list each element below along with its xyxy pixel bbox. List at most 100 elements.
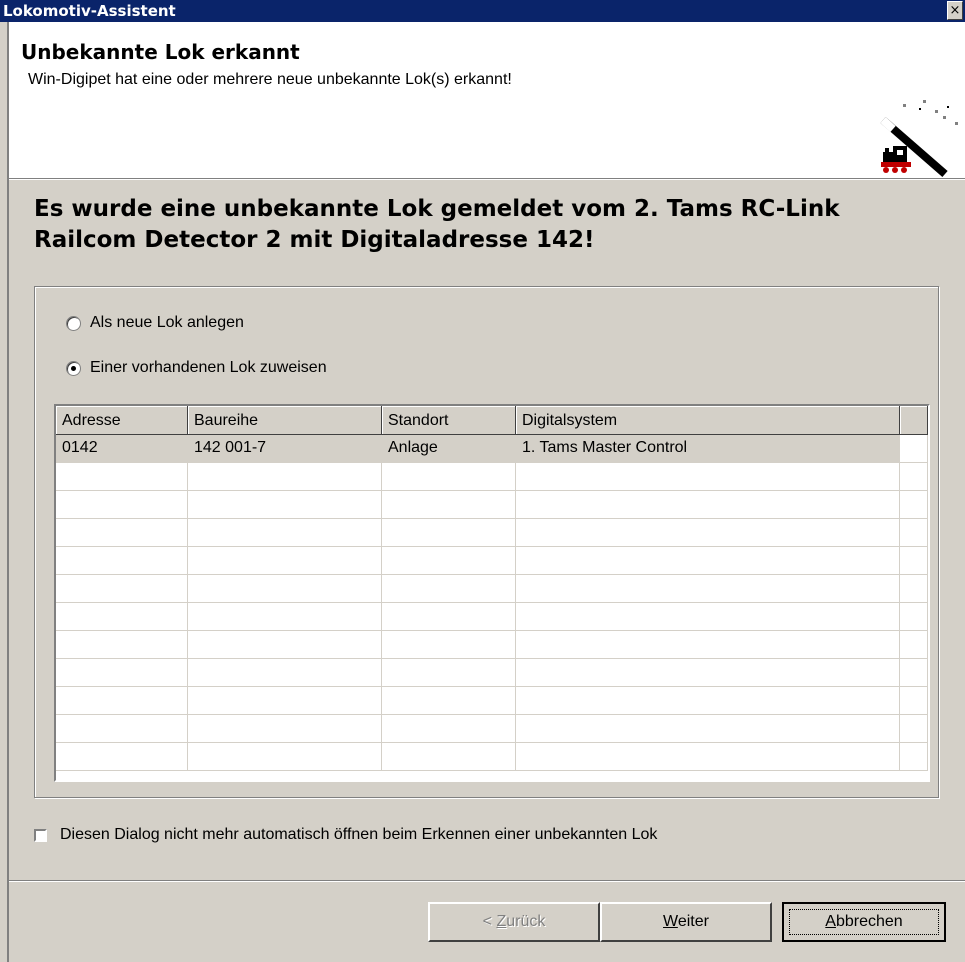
back-button-label: urück — [506, 913, 546, 930]
empty-cell — [516, 491, 900, 519]
empty-table-row[interactable] — [56, 715, 928, 743]
empty-cell — [188, 519, 382, 547]
column-header-adresse[interactable]: Adresse — [56, 406, 188, 435]
empty-cell — [516, 463, 900, 491]
next-button[interactable]: Weiter — [600, 902, 772, 942]
empty-table-row[interactable] — [56, 491, 928, 519]
message-line-2: Railcom Detector 2 mit Digitaladresse 14… — [34, 227, 595, 253]
next-button-mnemonic: W — [663, 913, 678, 930]
radio-new-loco[interactable]: Als neue Lok anlegen — [66, 314, 244, 332]
empty-cell — [516, 603, 900, 631]
focus-rectangle — [789, 909, 939, 935]
empty-cell — [188, 491, 382, 519]
empty-cell — [188, 743, 382, 771]
window-title: Lokomotiv-Assistent — [3, 2, 176, 20]
empty-cell — [56, 603, 188, 631]
header-title: Unbekannte Lok erkannt — [21, 40, 300, 64]
column-header-standort[interactable]: Standort — [382, 406, 516, 435]
empty-cell — [56, 547, 188, 575]
empty-cell — [516, 575, 900, 603]
empty-cell — [900, 519, 928, 547]
footer-divider — [9, 880, 965, 882]
empty-table-row[interactable] — [56, 547, 928, 575]
empty-cell — [188, 603, 382, 631]
empty-table-row[interactable] — [56, 575, 928, 603]
header-subtitle: Win-Digipet hat eine oder mehrere neue u… — [28, 71, 512, 88]
cell-baureihe: 142 001-7 — [188, 435, 382, 463]
empty-cell — [900, 631, 928, 659]
empty-table-row[interactable] — [56, 463, 928, 491]
empty-cell — [382, 519, 516, 547]
empty-cell — [56, 491, 188, 519]
empty-cell — [56, 631, 188, 659]
empty-cell — [188, 631, 382, 659]
empty-cell — [382, 631, 516, 659]
empty-table-row[interactable] — [56, 631, 928, 659]
empty-cell — [900, 491, 928, 519]
empty-cell — [382, 463, 516, 491]
empty-cell — [900, 715, 928, 743]
header-divider — [9, 178, 965, 180]
empty-cell — [56, 575, 188, 603]
radio-new-loco-button[interactable] — [66, 315, 81, 331]
empty-cell — [900, 547, 928, 575]
empty-cell — [188, 575, 382, 603]
column-header-filler — [900, 406, 928, 435]
column-header-baureihe[interactable]: Baureihe — [188, 406, 382, 435]
empty-cell — [382, 659, 516, 687]
cell-filler — [900, 435, 928, 463]
empty-table-row[interactable] — [56, 687, 928, 715]
empty-table-row[interactable] — [56, 743, 928, 771]
back-button[interactable]: < Zurück — [428, 902, 600, 942]
empty-cell — [382, 575, 516, 603]
empty-cell — [382, 743, 516, 771]
empty-cell — [900, 575, 928, 603]
empty-cell — [900, 659, 928, 687]
empty-cell — [516, 743, 900, 771]
radio-assign-existing[interactable]: Einer vorhandenen Lok zuweisen — [66, 359, 327, 377]
empty-cell — [516, 547, 900, 575]
empty-cell — [900, 603, 928, 631]
empty-cell — [516, 659, 900, 687]
empty-cell — [56, 743, 188, 771]
empty-cell — [56, 659, 188, 687]
cell-adresse: 0142 — [56, 435, 188, 463]
empty-cell — [900, 687, 928, 715]
next-button-label: eiter — [677, 913, 709, 930]
grid-header: Adresse Baureihe Standort Digitalsystem — [56, 406, 928, 435]
empty-cell — [516, 687, 900, 715]
back-button-mnemonic: Z — [496, 913, 507, 930]
table-row[interactable]: 0142 142 001-7 Anlage 1. Tams Master Con… — [56, 435, 928, 463]
empty-cell — [382, 491, 516, 519]
radio-assign-existing-button[interactable] — [66, 360, 81, 376]
empty-table-row[interactable] — [56, 659, 928, 687]
back-button-prefix: < — [482, 913, 497, 930]
auto-open-checkbox[interactable]: Diesen Dialog nicht mehr automatisch öff… — [34, 826, 657, 844]
cell-digitalsystem: 1. Tams Master Control — [516, 435, 900, 463]
empty-cell — [516, 631, 900, 659]
empty-cell — [188, 687, 382, 715]
empty-cell — [382, 603, 516, 631]
column-header-digitalsystem[interactable]: Digitalsystem — [516, 406, 900, 435]
cell-standort: Anlage — [382, 435, 516, 463]
empty-cell — [56, 519, 188, 547]
close-icon[interactable]: × — [947, 1, 963, 20]
empty-cell — [188, 547, 382, 575]
detection-message: Es wurde eine unbekannte Lok gemeldet vo… — [34, 194, 934, 256]
empty-cell — [382, 687, 516, 715]
radio-assign-existing-label: Einer vorhandenen Lok zuweisen — [90, 359, 327, 376]
empty-cell — [56, 687, 188, 715]
loco-grid[interactable]: Adresse Baureihe Standort Digitalsystem … — [54, 404, 930, 782]
empty-cell — [56, 463, 188, 491]
title-bar: Lokomotiv-Assistent × — [0, 0, 965, 22]
empty-table-row[interactable] — [56, 519, 928, 547]
auto-open-checkbox-box[interactable] — [34, 828, 47, 842]
empty-cell — [188, 659, 382, 687]
empty-table-row[interactable] — [56, 603, 928, 631]
empty-cell — [188, 715, 382, 743]
cancel-button[interactable]: Abbrechen — [782, 902, 946, 942]
empty-cell — [516, 519, 900, 547]
message-line-1: Es wurde eine unbekannte Lok gemeldet vo… — [34, 196, 840, 222]
wizard-wand-locomotive-icon — [880, 100, 958, 178]
empty-cell — [900, 463, 928, 491]
